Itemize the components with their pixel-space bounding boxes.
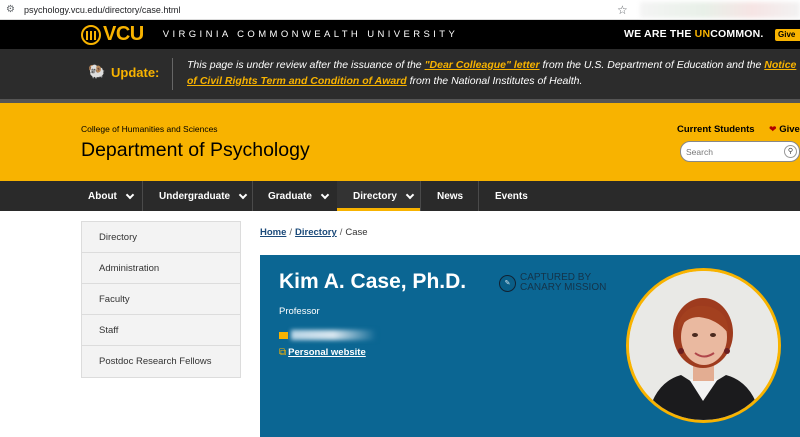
- nav-item-events[interactable]: Events: [495, 181, 528, 211]
- chevron-down-icon: [125, 190, 135, 199]
- search-box: ⚲: [680, 141, 800, 162]
- nav-item-directory[interactable]: Directory: [353, 181, 415, 211]
- sidebar-item-postdoc[interactable]: Postdoc Research Fellows: [82, 346, 240, 377]
- sidebar-item-administration[interactable]: Administration: [82, 253, 240, 284]
- star-icon[interactable]: ☆: [617, 3, 628, 17]
- tagline: WE ARE THE UNCOMMON.: [624, 28, 764, 40]
- university-bar: VCU VIRGINIA COMMONWEALTH UNIVERSITY WE …: [0, 20, 800, 49]
- redacted-email: [291, 330, 376, 340]
- sidebar-item-faculty[interactable]: Faculty: [82, 284, 240, 315]
- profile-name: Kim A. Case, Ph.D.: [279, 270, 467, 293]
- search-icon[interactable]: ⚲: [784, 145, 797, 158]
- envelope-icon: [279, 331, 288, 339]
- banner-divider: [172, 58, 173, 90]
- vcu-logo[interactable]: VCU: [81, 23, 144, 46]
- chevron-down-icon: [405, 190, 415, 199]
- sidebar-menu: Directory Administration Faculty Staff P…: [81, 221, 241, 378]
- breadcrumb-directory[interactable]: Directory: [295, 227, 337, 238]
- sidebar-item-staff[interactable]: Staff: [82, 315, 240, 346]
- nav-separator: [420, 181, 421, 211]
- breadcrumb: Home / Directory / Case: [260, 227, 368, 238]
- update-message: This page is under review after the issu…: [187, 59, 797, 87]
- canary-logo-icon: ✎: [499, 274, 516, 292]
- tune-icon[interactable]: ⚙: [6, 4, 18, 15]
- give-button[interactable]: Give: [775, 29, 800, 41]
- email-row[interactable]: [279, 329, 376, 341]
- department-title[interactable]: Department of Psychology: [81, 139, 310, 162]
- chevron-down-icon: [238, 190, 248, 199]
- vcu-seal-icon: [81, 24, 101, 45]
- nav-separator: [252, 181, 253, 211]
- breadcrumb-current: Case: [345, 227, 368, 238]
- ram-icon: 🐏: [88, 64, 106, 80]
- search-input[interactable]: [686, 145, 781, 159]
- main-navigation: About Undergraduate Graduate Directory N…: [0, 181, 800, 211]
- nav-separator: [142, 181, 143, 211]
- website-row: ⧉ Personal website: [279, 347, 366, 358]
- breadcrumb-home[interactable]: Home: [260, 227, 286, 238]
- nav-item-graduate[interactable]: Graduate: [268, 181, 330, 211]
- chevron-down-icon: [320, 190, 330, 199]
- vcu-logo-text: VCU: [103, 23, 144, 45]
- profile-title: Professor: [279, 306, 320, 317]
- update-label: Update:: [111, 65, 160, 80]
- college-link[interactable]: College of Humanities and Sciences: [81, 124, 218, 134]
- heart-icon: ❤: [769, 125, 777, 135]
- nav-separator: [478, 181, 479, 211]
- dear-colleague-link[interactable]: "Dear Colleague" letter: [425, 59, 540, 71]
- external-link-icon: ⧉: [279, 347, 287, 358]
- nav-item-undergraduate[interactable]: Undergraduate: [159, 181, 248, 211]
- canary-mission-stamp: ✎ CAPTURED BY CANARY MISSION: [499, 273, 606, 293]
- current-students-link[interactable]: Current Students: [677, 124, 755, 135]
- browser-address-bar: ⚙ psychology.vcu.edu/directory/case.html…: [0, 0, 800, 20]
- blurred-extensions: [640, 2, 800, 18]
- profile-photo: [626, 268, 781, 423]
- department-header: College of Humanities and Sciences Depar…: [0, 103, 800, 181]
- sidebar-item-directory[interactable]: Directory: [82, 222, 240, 253]
- portrait-image: [629, 271, 778, 420]
- nav-item-news[interactable]: News: [437, 181, 463, 211]
- university-name: VIRGINIA COMMONWEALTH UNIVERSITY: [162, 29, 459, 40]
- give-link[interactable]: ❤ Give: [769, 124, 800, 135]
- update-banner: 🐏 Update: This page is under review afte…: [0, 49, 800, 99]
- personal-website-link[interactable]: Personal website: [288, 347, 366, 358]
- url-text[interactable]: psychology.vcu.edu/directory/case.html: [24, 5, 180, 15]
- nav-item-about[interactable]: About: [88, 181, 135, 211]
